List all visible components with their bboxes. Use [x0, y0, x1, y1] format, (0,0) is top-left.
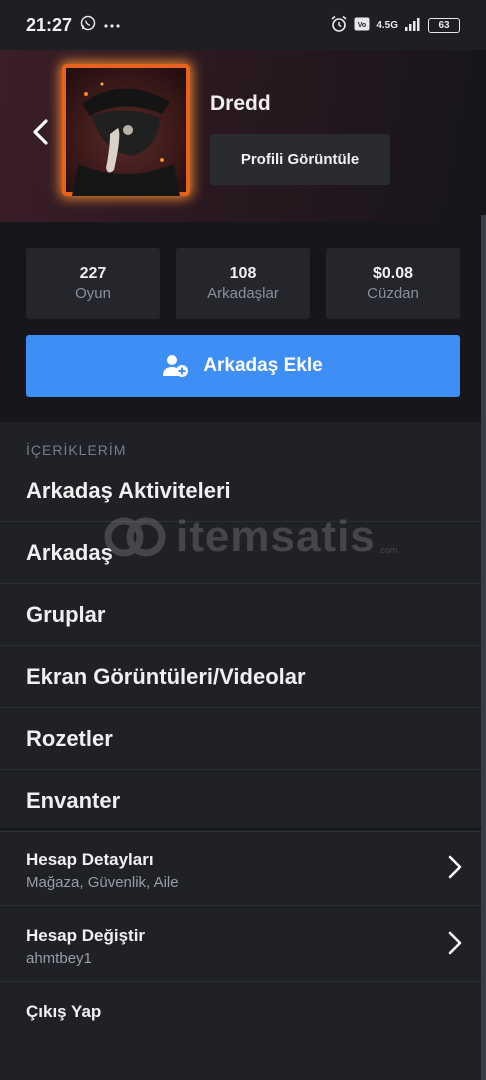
- status-left: 21:27: [26, 15, 120, 36]
- menu-item-screenshots-videos[interactable]: Ekran Görüntüleri/Videolar: [0, 646, 481, 708]
- whatsapp-icon: [80, 15, 96, 36]
- stat-value: 227: [79, 265, 107, 282]
- logout-button[interactable]: Çıkış Yap: [26, 1002, 101, 1022]
- battery-icon: 63: [428, 17, 460, 33]
- menu-item-inventory[interactable]: Envanter: [0, 770, 481, 832]
- stat-games[interactable]: 227 Oyun: [26, 248, 160, 319]
- stats-row: 227 Oyun 108 Arkadaşlar $0.08 Cüzdan: [26, 248, 460, 319]
- view-profile-button[interactable]: Profili Görüntüle: [210, 134, 390, 185]
- section-title: İÇERİKLERİM: [26, 442, 127, 458]
- menu-item-badges[interactable]: Rozetler: [0, 708, 481, 770]
- signal-icon: [404, 17, 422, 34]
- stat-value: $0.08: [372, 265, 414, 282]
- profile-header: Dredd Profili Görüntüle: [0, 50, 486, 222]
- profile-name: Dredd: [210, 92, 271, 115]
- stat-label: Cüzdan: [367, 285, 419, 302]
- status-bar: 21:27 Vo 4.5G 63: [0, 0, 486, 50]
- menu-item-groups[interactable]: Gruplar: [0, 584, 481, 646]
- stats-panel: 227 Oyun 108 Arkadaşlar $0.08 Cüzdan Ark…: [0, 222, 486, 422]
- add-friend-label: Arkadaş Ekle: [203, 355, 323, 376]
- account-details-item[interactable]: Hesap Detayları Mağaza, Güvenlik, Aile: [0, 830, 481, 906]
- chevron-right-icon: [448, 931, 462, 955]
- alarm-icon: [330, 15, 348, 36]
- network-type: 4.5G: [376, 19, 398, 31]
- scrollbar[interactable]: [481, 215, 486, 1080]
- back-arrow-icon: [33, 119, 48, 145]
- switch-account-item[interactable]: Hesap Değiştir ahmtbey1: [0, 906, 481, 982]
- add-user-icon: [163, 355, 189, 377]
- account-details-title: Hesap Detayları: [26, 850, 154, 869]
- switch-account-subtitle: ahmtbey1: [26, 950, 92, 967]
- stat-label: Oyun: [75, 285, 111, 302]
- avatar[interactable]: [62, 64, 190, 196]
- stat-label: Arkadaşlar: [207, 285, 279, 302]
- account-details-subtitle: Mağaza, Güvenlik, Aile: [26, 874, 179, 891]
- switch-account-title: Hesap Değiştir: [26, 926, 146, 945]
- svg-text:Vo: Vo: [358, 22, 366, 29]
- stat-wallet[interactable]: $0.08 Cüzdan: [326, 248, 460, 319]
- back-button[interactable]: [26, 118, 54, 146]
- add-friend-button[interactable]: Arkadaş Ekle: [26, 335, 460, 397]
- volte-icon: Vo: [354, 17, 370, 34]
- content-menu: Arkadaş Aktiviteleri Arkadaş Gruplar Ekr…: [0, 460, 481, 832]
- more-dots-icon: [104, 16, 120, 34]
- menu-item-friends[interactable]: Arkadaş: [0, 522, 481, 584]
- menu-item-friend-activity[interactable]: Arkadaş Aktiviteleri: [0, 460, 481, 522]
- status-right: Vo 4.5G 63: [330, 15, 460, 36]
- chevron-right-icon: [448, 855, 462, 879]
- stat-friends[interactable]: 108 Arkadaşlar: [176, 248, 310, 319]
- stat-value: 108: [229, 265, 257, 282]
- status-time: 21:27: [26, 14, 73, 35]
